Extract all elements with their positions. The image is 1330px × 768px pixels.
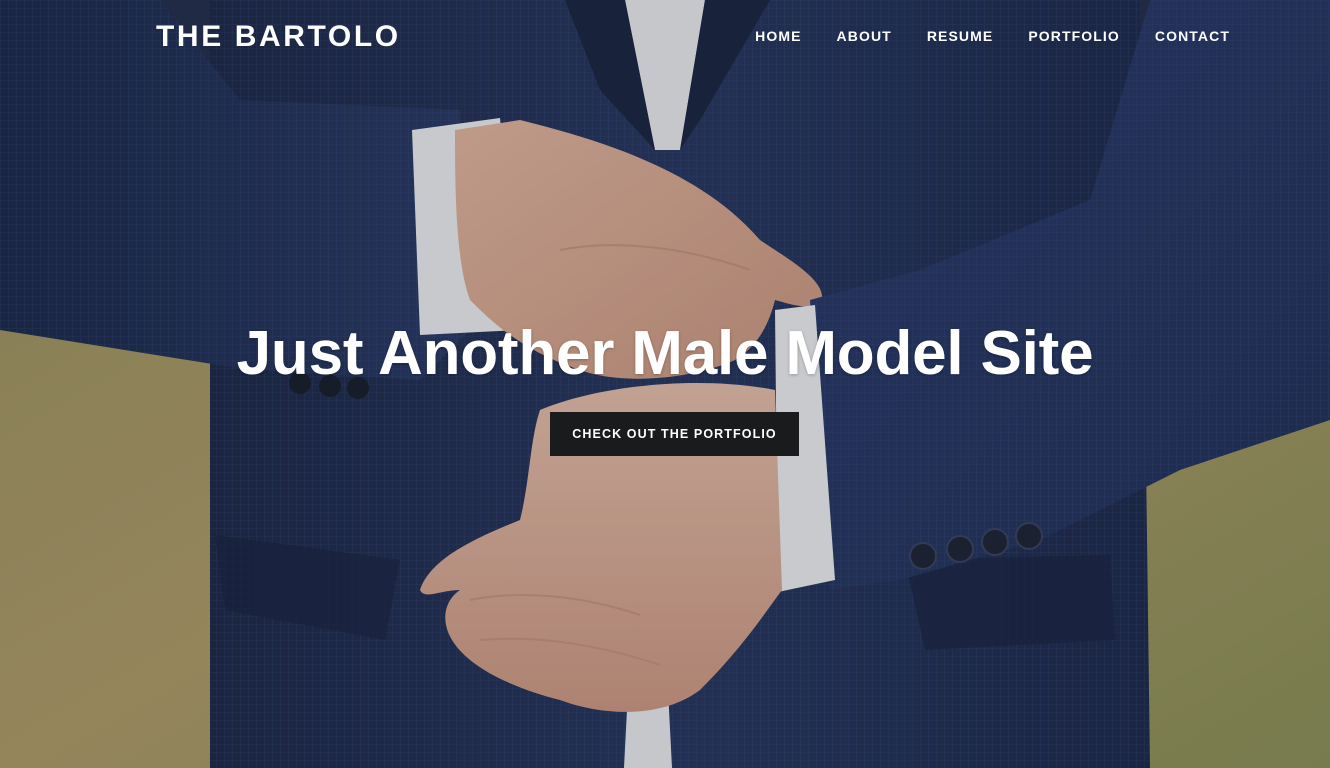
nav-item-resume[interactable]: RESUME xyxy=(927,26,994,46)
check-out-portfolio-button[interactable]: CHECK OUT THE PORTFOLIO xyxy=(550,412,799,456)
nav-item-about[interactable]: ABOUT xyxy=(837,26,892,46)
hero-section: THE BARTOLO HOME ABOUT RESUME PORTFOLIO … xyxy=(0,0,1330,768)
main-nav: HOME ABOUT RESUME PORTFOLIO CONTACT xyxy=(755,26,1230,46)
nav-item-portfolio[interactable]: PORTFOLIO xyxy=(1028,26,1120,46)
nav-item-home[interactable]: HOME xyxy=(755,26,801,46)
site-header: THE BARTOLO HOME ABOUT RESUME PORTFOLIO … xyxy=(0,0,1330,72)
nav-item-contact[interactable]: CONTACT xyxy=(1155,26,1230,46)
site-logo[interactable]: THE BARTOLO xyxy=(156,19,401,55)
hero-headline: Just Another Male Model Site xyxy=(236,319,1094,388)
